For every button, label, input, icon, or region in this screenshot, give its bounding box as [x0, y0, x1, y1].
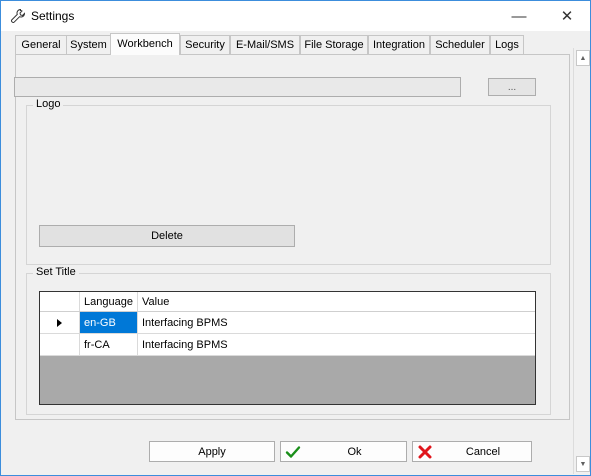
delete-logo-button[interactable]: Delete: [39, 225, 295, 247]
logo-path-field[interactable]: [14, 77, 461, 97]
tab-workbench[interactable]: Workbench: [110, 33, 180, 55]
cancel-button[interactable]: Cancel: [412, 441, 532, 462]
browse-button[interactable]: ...: [488, 78, 536, 96]
checkmark-icon: [285, 446, 301, 458]
value-cell[interactable]: Interfacing BPMS: [138, 312, 535, 333]
language-cell[interactable]: fr-CA: [80, 334, 138, 355]
grid-header-row: Language Value: [40, 292, 535, 312]
tab-logs[interactable]: Logs: [490, 35, 524, 54]
cancel-button-label: Cancel: [465, 445, 501, 458]
close-button[interactable]: ✕: [545, 1, 589, 31]
logo-group-label: Logo: [33, 98, 64, 110]
tab-general[interactable]: General: [15, 35, 67, 54]
value-cell[interactable]: Interfacing BPMS: [138, 334, 535, 355]
current-row-arrow-icon: [57, 318, 62, 327]
tab-security[interactable]: Security: [180, 35, 230, 54]
title-grid[interactable]: Language Value en-GB Interfacing BPMS fr…: [39, 291, 536, 405]
ok-button[interactable]: Ok: [280, 441, 407, 462]
minimize-button[interactable]: —: [497, 1, 541, 31]
ok-button-label: Ok: [347, 445, 362, 458]
column-header-value[interactable]: Value: [138, 292, 535, 311]
wrench-icon: [10, 8, 26, 24]
tab-integration[interactable]: Integration: [368, 35, 430, 54]
apply-button-label: Apply: [198, 445, 226, 458]
table-row[interactable]: fr-CA Interfacing BPMS: [40, 334, 535, 356]
tab-scheduler[interactable]: Scheduler: [430, 35, 490, 54]
tab-email-sms[interactable]: E-Mail/SMS: [230, 35, 300, 54]
row-selector[interactable]: [40, 334, 80, 355]
tab-file-storage[interactable]: File Storage: [300, 35, 368, 54]
tab-system[interactable]: System: [66, 35, 111, 54]
title-bar[interactable]: Settings — ✕: [1, 1, 590, 31]
table-row[interactable]: en-GB Interfacing BPMS: [40, 312, 535, 334]
scroll-down-arrow-icon[interactable]: ▼: [576, 456, 590, 472]
row-selector[interactable]: [40, 312, 80, 333]
scroll-up-arrow-icon[interactable]: ▲: [576, 50, 590, 66]
apply-button[interactable]: Apply: [149, 441, 275, 462]
set-title-group-label: Set Title: [33, 266, 79, 278]
window-title: Settings: [31, 9, 75, 23]
language-cell[interactable]: en-GB: [80, 312, 138, 333]
row-header-corner: [40, 292, 80, 311]
vertical-scrollbar[interactable]: ▲ ▼: [573, 48, 590, 474]
settings-window: Settings — ✕ ▲ ▼ General System Workbenc…: [0, 0, 591, 476]
x-icon: [418, 445, 432, 459]
column-header-language[interactable]: Language: [80, 292, 138, 311]
